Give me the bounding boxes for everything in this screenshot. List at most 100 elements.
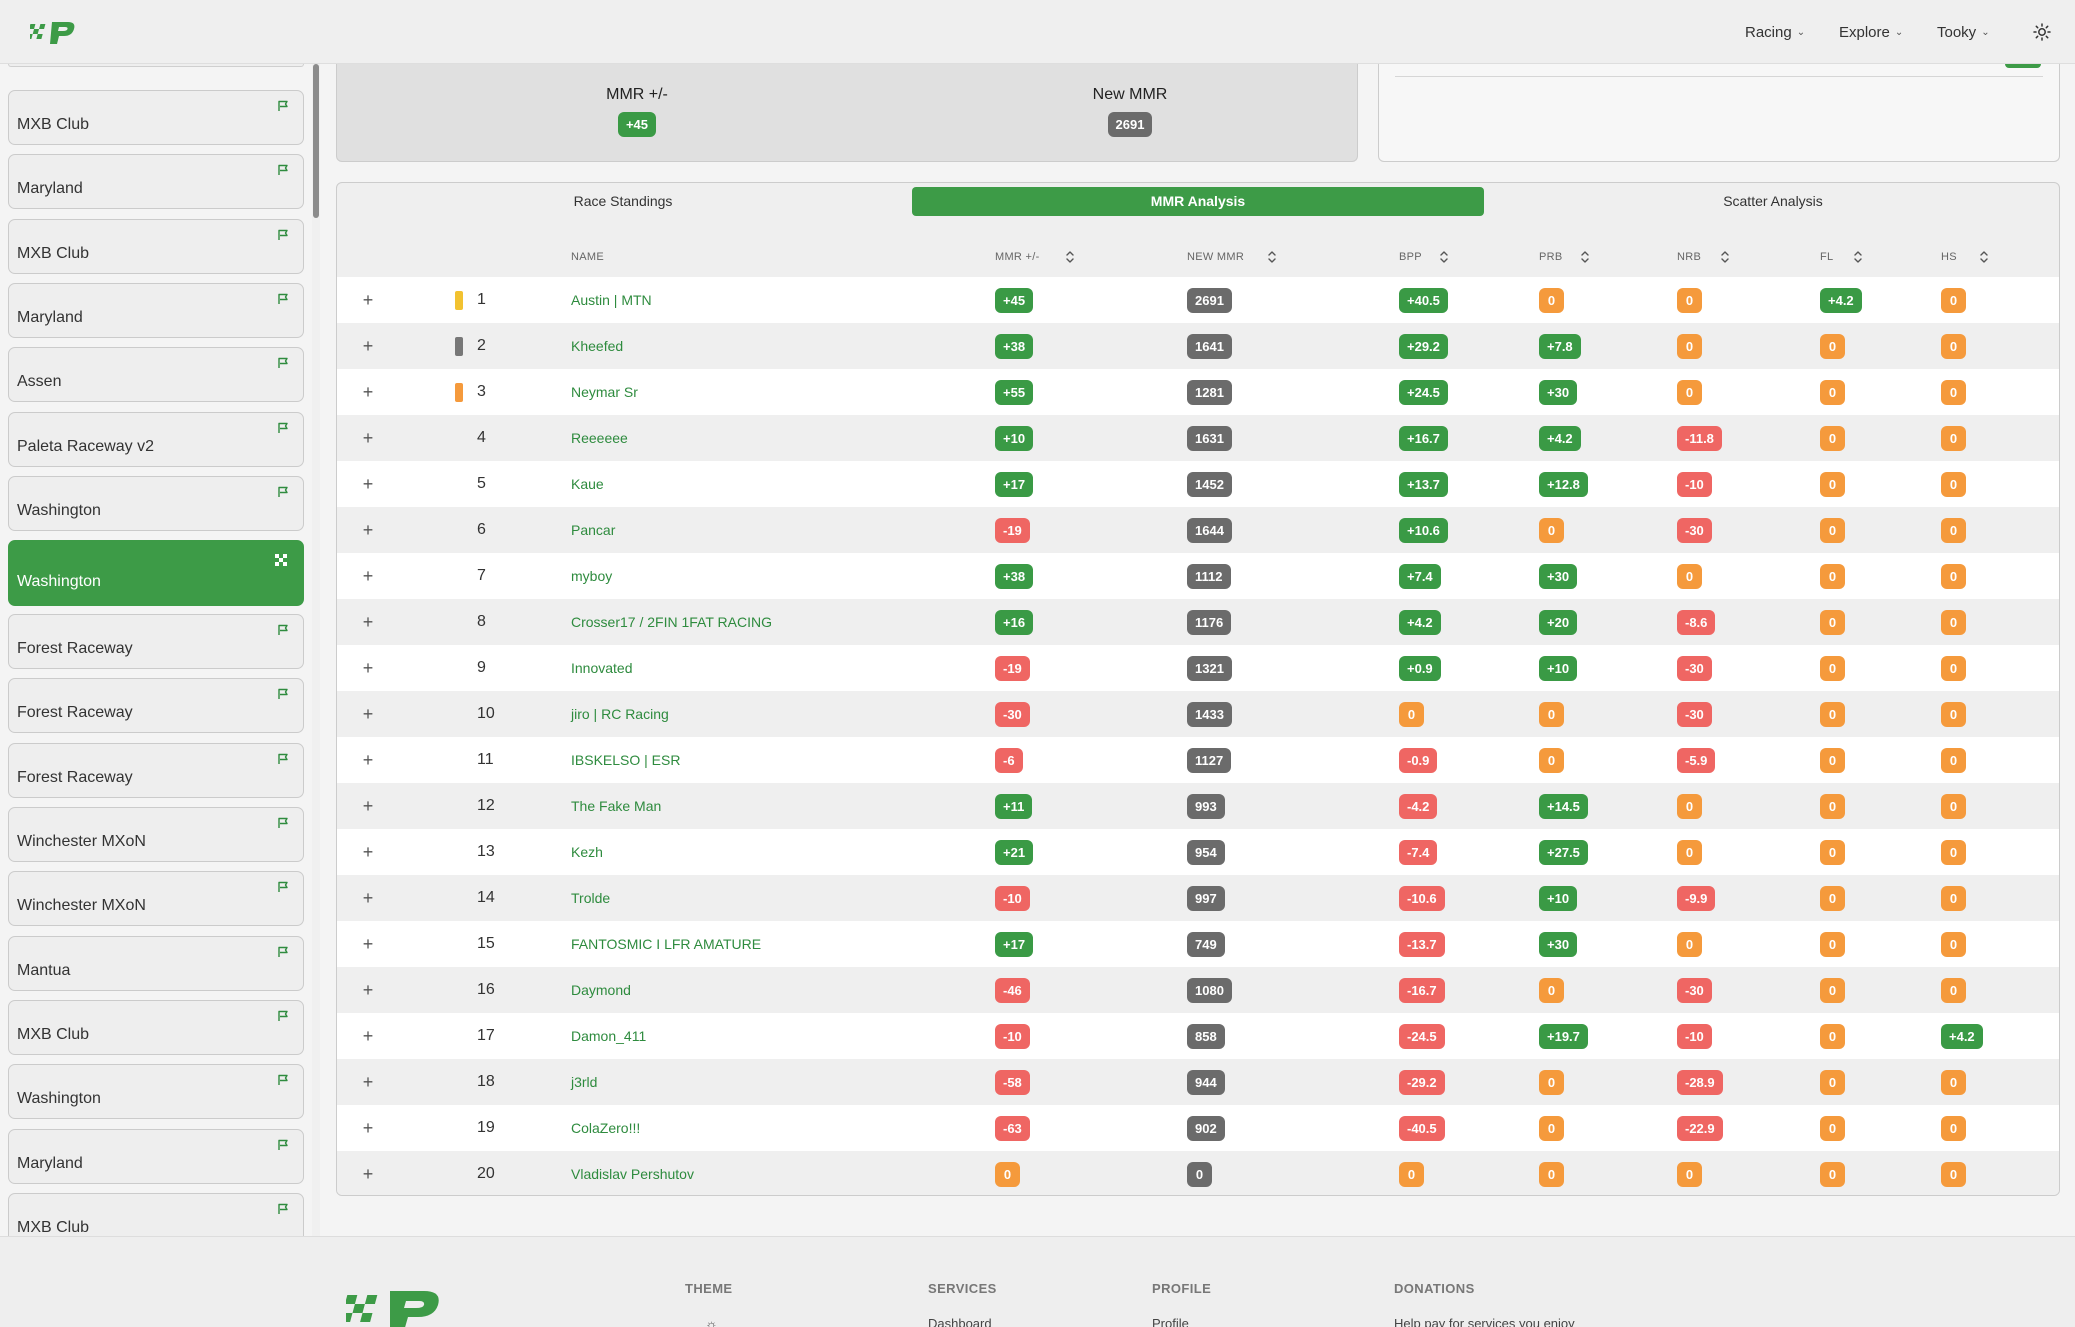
nav-explore-menu[interactable]: Explore ⌄ [1839,0,1903,64]
player-name-link[interactable]: Kaue [571,461,604,507]
player-name-link[interactable]: Innovated [571,645,633,691]
side-info-card [1378,64,2060,162]
tab-scatter-analysis[interactable]: Scatter Analysis [1487,187,2059,216]
footer-link-dashboard[interactable]: Dashboard [928,1316,997,1327]
mmr-badge: +10 [995,426,1034,451]
sort-icon[interactable] [1853,250,1863,264]
expand-row-button[interactable]: + [359,783,377,829]
prb-badge: 0 [1539,1116,1564,1141]
player-name-link[interactable]: IBSKELSO | ESR [571,737,680,783]
header-prb[interactable]: PRB [1539,237,1563,277]
sidebar-track-item[interactable]: Winchester MXoN [8,871,304,927]
sidebar-scrollbar[interactable] [312,64,320,1236]
sidebar-track-item[interactable]: Forest Raceway [8,742,304,798]
player-name-link[interactable]: Neymar Sr [571,369,638,415]
sidebar-track-item[interactable]: Forest Raceway [8,614,304,670]
expand-row-button[interactable]: + [359,645,377,691]
header-mmr-change[interactable]: MMR +/- [995,237,1040,277]
sidebar-track-item[interactable]: Washington [8,540,304,607]
expand-row-button[interactable]: + [359,737,377,783]
player-name-link[interactable]: Daymond [571,967,631,1013]
sidebar-track-item[interactable]: Maryland [8,282,304,338]
header-fl[interactable]: FL [1820,237,1833,277]
expand-row-button[interactable]: + [359,461,377,507]
nav-racing-menu[interactable]: Racing ⌄ [1745,0,1805,64]
player-name-link[interactable]: Vladislav Pershutov [571,1151,694,1195]
sidebar-track-item[interactable]: Paleta Raceway v2 [8,411,304,467]
expand-row-button[interactable]: + [359,507,377,553]
expand-row-button[interactable]: + [359,921,377,967]
sidebar-track-item[interactable]: MXB Club [8,90,304,145]
player-name-link[interactable]: ColaZero!!! [571,1105,640,1151]
sort-icon[interactable] [1720,250,1730,264]
footer-donations-text[interactable]: Help pay for services you enjoy [1394,1316,1575,1327]
expand-row-button[interactable]: + [359,1013,377,1059]
sidebar-track-item[interactable]: MXB Club [8,999,304,1055]
theme-option[interactable]: ☼ [705,1316,733,1327]
sidebar-track-item[interactable]: Washington [8,475,304,531]
sun-icon[interactable] [2030,20,2054,44]
sidebar-track-item[interactable]: Maryland [8,154,304,210]
player-name-link[interactable]: Crosser17 / 2FIN 1FAT RACING [571,599,772,645]
sort-icon[interactable] [1065,250,1075,264]
sidebar-track-item[interactable]: Maryland [8,1128,304,1184]
expand-row-button[interactable]: + [359,553,377,599]
nrb-badge: -8.6 [1677,610,1716,635]
header-new-mmr[interactable]: NEW MMR [1187,237,1244,277]
tab-race-standings[interactable]: Race Standings [337,187,909,216]
expand-row-button[interactable]: + [359,829,377,875]
player-name-link[interactable]: Damon_411 [571,1013,646,1059]
sidebar-track-item[interactable]: Winchester MXoN [8,807,304,862]
player-name-link[interactable]: Reeeeee [571,415,628,461]
sidebar-track-item[interactable]: MXB Club [8,218,304,274]
player-name-link[interactable]: Kheefed [571,323,623,369]
expand-row-button[interactable]: + [359,1105,377,1151]
player-name-link[interactable]: Trolde [571,875,610,921]
mmr-badge: -6 [995,748,1023,773]
player-name-link[interactable]: myboy [571,553,612,599]
sidebar-track-item[interactable]: Assen [8,347,304,403]
sidebar-track-item[interactable]: Mantua [8,935,304,991]
player-name-link[interactable]: Kezh [571,829,603,875]
expand-row-button[interactable]: + [359,277,377,323]
sort-icon[interactable] [1267,250,1277,264]
expand-row-button[interactable]: + [359,875,377,921]
tab-mmr-analysis[interactable]: MMR Analysis [912,187,1484,216]
expand-row-button[interactable]: + [359,1151,377,1195]
sidebar-track-item[interactable]: Washington [8,1064,304,1120]
sort-icon[interactable] [1439,250,1449,264]
player-name-link[interactable]: FANTOSMIC I LFR AMATURE [571,921,761,967]
player-name-link[interactable]: Pancar [571,507,615,553]
nav-user-menu[interactable]: Tooky ⌄ [1937,0,1990,64]
expand-row-button[interactable]: + [359,691,377,737]
hs-badge: 0 [1941,610,1966,635]
header-bpp[interactable]: BPP [1399,237,1422,277]
new-badge: 997 [1187,886,1225,911]
header-nrb[interactable]: NRB [1677,237,1701,277]
sidebar-track-item[interactable]: Forest Raceway [8,678,304,734]
bpp-badge: -24.5 [1399,1024,1445,1049]
flag-icon [277,816,289,828]
mmr-badge: -10 [995,886,1030,911]
expand-row-button[interactable]: + [359,967,377,1013]
footer-link-profile[interactable]: Profile [1152,1316,1211,1327]
expand-row-button[interactable]: + [359,1059,377,1105]
player-name-link[interactable]: j3rld [571,1059,597,1105]
player-name-link[interactable]: The Fake Man [571,783,661,829]
expand-row-button[interactable]: + [359,323,377,369]
expand-row-button[interactable]: + [359,415,377,461]
expand-row-button[interactable]: + [359,369,377,415]
sidebar-track-item[interactable]: MXB Club [8,1192,304,1236]
footer-donations-column: DONATIONS Help pay for services you enjo… [1394,1281,1575,1327]
sidebar-scrollbar-thumb[interactable] [313,64,319,218]
header-hs[interactable]: HS [1941,237,1957,277]
sort-icon[interactable] [1979,250,1989,264]
sort-icon[interactable] [1580,250,1590,264]
player-name-link[interactable]: jiro | RC Racing [571,691,669,737]
site-logo-icon[interactable] [30,18,80,46]
player-name-link[interactable]: Austin | MTN [571,277,652,323]
fl-badge: 0 [1820,518,1845,543]
expand-row-button[interactable]: + [359,599,377,645]
nav-racing-label: Racing [1745,23,1792,41]
bpp-badge: -16.7 [1399,978,1445,1003]
